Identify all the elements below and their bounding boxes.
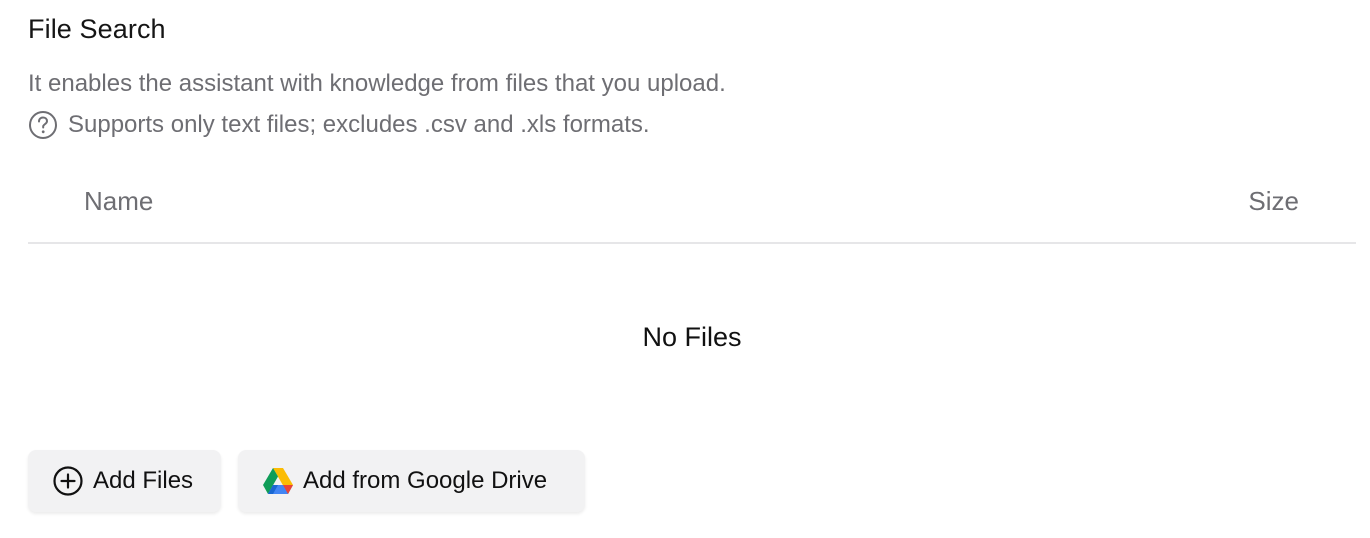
section-description: It enables the assistant with knowledge … xyxy=(28,70,726,97)
supported-formats-note: Supports only text files; excludes .csv … xyxy=(28,110,650,140)
empty-state-text: No Files xyxy=(642,322,742,352)
google-drive-icon xyxy=(262,465,294,497)
section-title: File Search xyxy=(28,14,166,44)
add-from-google-drive-button[interactable]: Add from Google Drive xyxy=(238,450,585,512)
add-files-label: Add Files xyxy=(93,467,194,494)
add-from-google-drive-label: Add from Google Drive xyxy=(303,467,548,494)
help-circle-icon xyxy=(28,110,58,140)
column-header-name: Name xyxy=(84,186,154,216)
supported-formats-text: Supports only text files; excludes .csv … xyxy=(68,111,650,138)
add-files-button[interactable]: Add Files xyxy=(28,450,221,512)
plus-circle-icon xyxy=(52,465,84,497)
files-table-header: Name Size xyxy=(28,180,1356,244)
column-header-size: Size xyxy=(1248,186,1299,216)
